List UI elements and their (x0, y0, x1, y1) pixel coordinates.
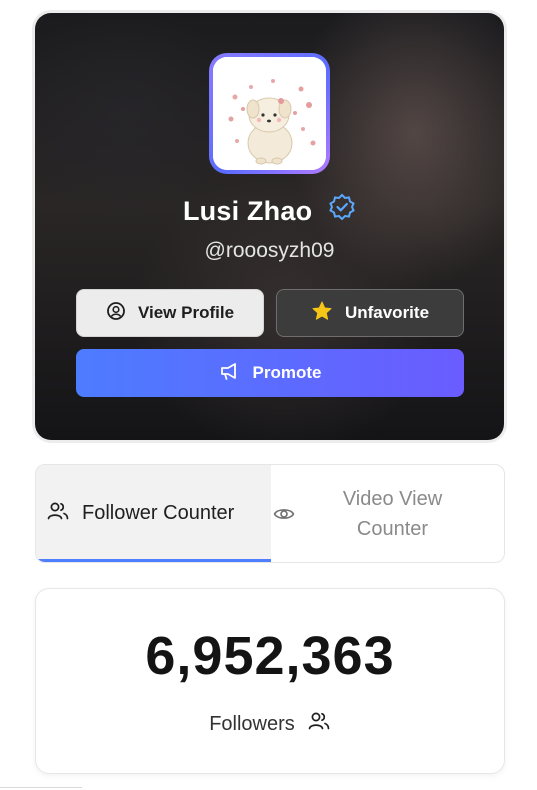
star-icon (311, 300, 333, 327)
user-circle-icon (106, 301, 126, 326)
tab-follower-counter[interactable]: Follower Counter (36, 465, 271, 562)
users-icon (46, 499, 70, 529)
followers-label: Followers (209, 712, 295, 735)
promote-button[interactable]: Promote (76, 349, 464, 397)
tab-video-label-line2: Counter (356, 517, 429, 540)
unfavorite-label: Unfavorite (344, 303, 430, 322)
avatar-image (213, 57, 326, 170)
megaphone-icon (219, 361, 241, 386)
users-icon (307, 709, 331, 739)
tab-follower-counter-label: Follower Counter (82, 502, 235, 524)
profile-name-row: Lusi Zhao (35, 193, 504, 228)
profile-name: Lusi Zhao (182, 196, 313, 226)
promote-label: Promote (252, 363, 322, 382)
unfavorite-button[interactable]: Unfavorite (276, 289, 464, 337)
avatar[interactable] (209, 53, 330, 174)
tab-video-view-counter[interactable]: Video View Counter (271, 465, 504, 562)
counter-tabs: Follower Counter Video View Counter (35, 464, 505, 563)
view-profile-label: View Profile (137, 303, 235, 322)
follower-count: 6,952,363 (145, 626, 395, 686)
follower-count-label-row: Followers (36, 709, 504, 739)
tab-video-label-line1: Video View (342, 487, 443, 510)
view-profile-button[interactable]: View Profile (76, 289, 264, 337)
divider (0, 787, 82, 788)
follower-count-card: 6,952,363 Followers (35, 588, 505, 774)
eye-icon (273, 503, 295, 534)
profile-handle: @rooosyzh09 (204, 239, 335, 262)
tab-video-view-counter-label: Video View Counter (343, 484, 442, 544)
verified-badge-icon (328, 193, 356, 228)
active-tab-indicator (36, 559, 271, 562)
dog-illustration-icon (213, 57, 326, 170)
profile-card: Lusi Zhao @rooosyzh09 View Profile Unfav… (35, 13, 504, 440)
